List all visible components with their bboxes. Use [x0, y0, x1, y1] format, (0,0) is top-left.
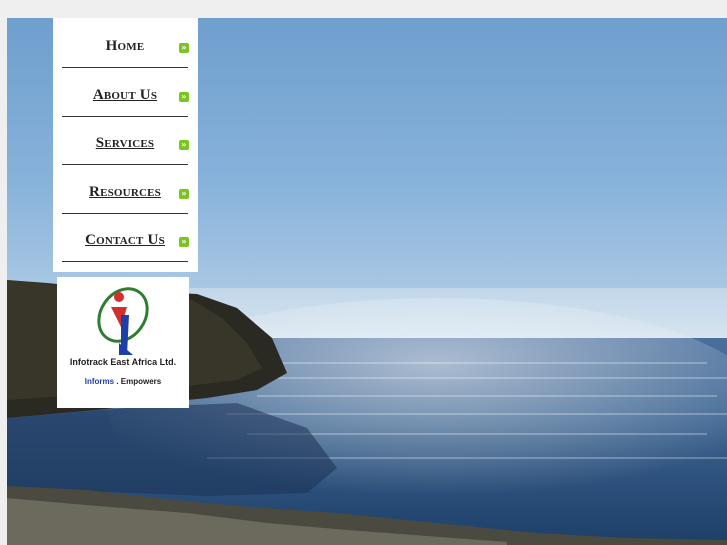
- logo-tag-separator: .: [116, 377, 119, 386]
- company-logo[interactable]: Infotrack East Africa Ltd. Informs . Emp…: [57, 277, 189, 408]
- double-chevron-right-icon: »: [179, 43, 189, 53]
- nav-item-about-us[interactable]: About Us »: [62, 69, 189, 117]
- double-chevron-right-icon: »: [179, 189, 189, 199]
- nav-item-contact-us[interactable]: Contact Us »: [62, 214, 189, 262]
- double-chevron-right-icon: »: [179, 237, 189, 247]
- nav-item-label: About Us: [92, 87, 158, 103]
- logo-tagline: Informs . Empowers: [57, 377, 189, 386]
- main-nav: Home » About Us » Services » Resources »…: [53, 18, 198, 272]
- nav-item-services[interactable]: Services »: [62, 117, 189, 165]
- nav-item-label: Home: [105, 38, 145, 54]
- double-chevron-right-icon: »: [179, 140, 189, 150]
- nav-item-label: Contact Us: [85, 232, 165, 248]
- nav-item-resources[interactable]: Resources »: [62, 166, 189, 214]
- nav-item-home[interactable]: Home »: [62, 20, 189, 68]
- logo-tag-informs: Informs: [84, 377, 115, 386]
- double-chevron-right-icon: »: [179, 92, 189, 102]
- nav-item-label: Services: [95, 135, 155, 151]
- logo-company-name: Infotrack East Africa Ltd.: [69, 357, 177, 367]
- nav-item-label: Resources: [89, 184, 161, 200]
- logo-tag-empowers: Empowers: [120, 377, 162, 386]
- infotrack-logo-icon: [97, 287, 149, 355]
